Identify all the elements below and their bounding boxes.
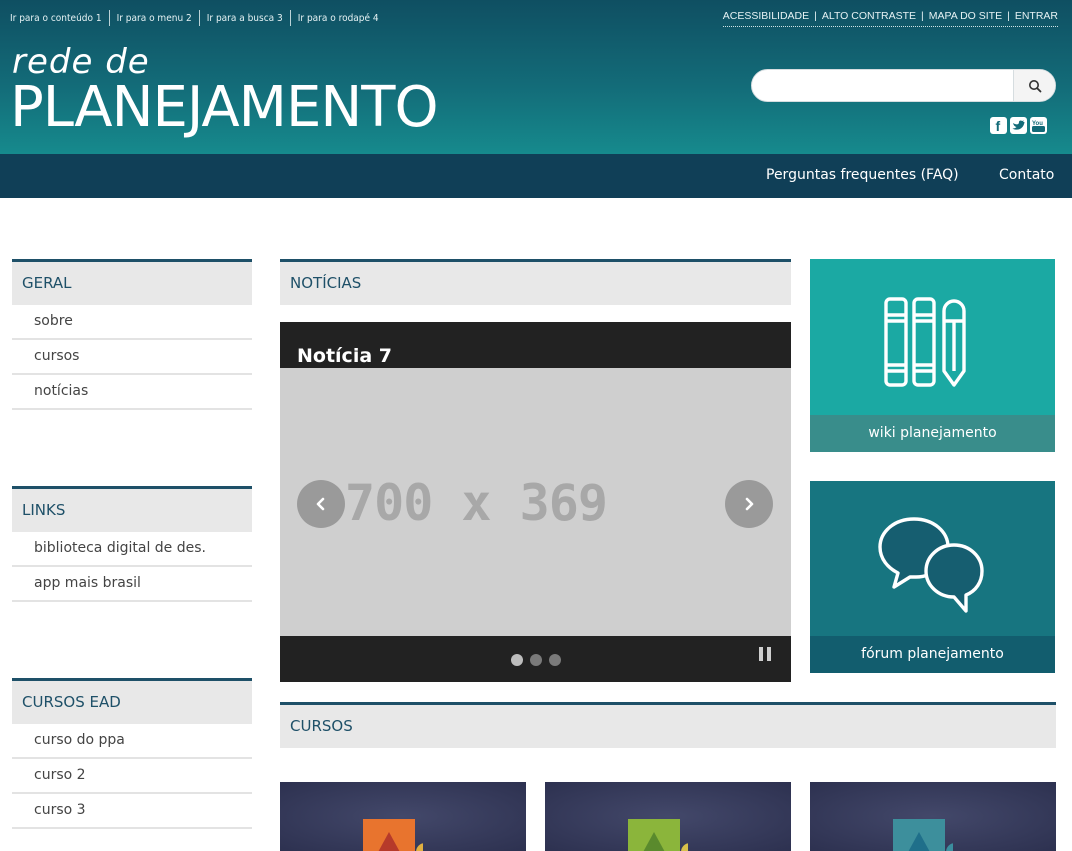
sidebar-item-curso-3[interactable]: curso 3 <box>12 794 252 829</box>
books-icon <box>884 297 966 387</box>
sidebar-geral: GERAL sobre cursos notícias <box>12 259 252 410</box>
slider-controls <box>280 636 791 682</box>
forum-tile[interactable]: fórum planejamento <box>810 481 1055 673</box>
facebook-icon[interactable]: f <box>990 117 1007 134</box>
course-card[interactable] <box>810 782 1056 851</box>
slider-dot-3[interactable] <box>549 654 561 666</box>
skip-links-bar: Ir para o conteúdo 1 Ir para o menu 2 Ir p… <box>10 10 379 26</box>
twitter-icon[interactable] <box>1010 117 1027 134</box>
skip-link-menu[interactable]: Ir para o menu 2 <box>117 13 192 24</box>
course-triangle-icon <box>908 832 953 851</box>
chevron-right-icon <box>745 497 754 511</box>
sidebar-ead: CURSOS EAD curso do ppa curso 2 curso 3 <box>12 678 252 829</box>
slider-dot-2[interactable] <box>530 654 542 666</box>
login-link[interactable]: ENTRAR <box>1015 10 1058 22</box>
divider <box>198 10 200 26</box>
forum-label[interactable]: fórum planejamento <box>810 636 1055 673</box>
skip-link-footer[interactable]: Ir para o rodapé 4 <box>298 13 379 24</box>
logo-title[interactable]: PLANEJAMENTO <box>10 78 439 138</box>
slide-caption: Notícia 7 <box>280 322 791 368</box>
slider-dot-1[interactable] <box>511 654 523 666</box>
course-triangle-icon <box>643 832 688 851</box>
search-box <box>751 69 1056 102</box>
sidebar-item-cursos[interactable]: cursos <box>12 340 252 375</box>
sidebar-item-noticias[interactable]: notícias <box>12 375 252 410</box>
sitemap-link[interactable]: MAPA DO SITE <box>929 10 1002 22</box>
courses-title: CURSOS <box>280 702 1056 748</box>
course-card[interactable] <box>280 782 526 851</box>
social-icons: f You <box>990 117 1047 134</box>
sidebar-links-title: LINKS <box>12 486 252 532</box>
skip-link-search[interactable]: Ir para a busca 3 <box>207 13 283 24</box>
high-contrast-link[interactable]: ALTO CONTRASTE <box>822 10 916 22</box>
slider-prev-button[interactable] <box>297 480 345 528</box>
sidebar-ead-title: CURSOS EAD <box>12 678 252 724</box>
sidebar-item-biblioteca[interactable]: biblioteca digital de des. <box>12 532 252 567</box>
slide-image-placeholder[interactable]: 700 x 369 <box>345 474 608 532</box>
news-title: NOTÍCIAS <box>280 259 791 305</box>
top-links: ACESSIBILIDADE | ALTO CONTRASTE | MAPA DO SI… <box>722 10 1058 27</box>
sidebar-item-curso-2[interactable]: curso 2 <box>12 759 252 794</box>
sidebar-geral-title: GERAL <box>12 259 252 305</box>
search-input[interactable] <box>752 70 1014 101</box>
wiki-tile[interactable]: wiki planejamento <box>810 259 1055 452</box>
sidebar-links: LINKS biblioteca digital de des. app mai… <box>12 486 252 602</box>
sidebar-item-sobre[interactable]: sobre <box>12 305 252 340</box>
chat-bubbles-icon <box>878 517 984 613</box>
divider <box>108 10 110 26</box>
skip-link-content[interactable]: Ir para o conteúdo 1 <box>10 13 102 24</box>
site-header: Ir para o conteúdo 1 Ir para o menu 2 Ir p… <box>0 0 1072 154</box>
wiki-label[interactable]: wiki planejamento <box>810 415 1055 452</box>
course-card[interactable] <box>545 782 791 851</box>
chevron-left-icon <box>316 497 325 511</box>
main-nav: Perguntas frequentes (FAQ) Contato <box>0 154 1072 198</box>
youtube-icon[interactable]: You <box>1030 117 1047 134</box>
sidebar-item-app[interactable]: app mais brasil <box>12 567 252 602</box>
svg-text:f: f <box>996 118 1001 134</box>
slide-title[interactable]: Notícia 7 <box>297 345 392 367</box>
pause-icon <box>759 647 763 661</box>
divider <box>289 10 291 26</box>
accessibility-link[interactable]: ACESSIBILIDADE <box>723 10 809 22</box>
course-triangle-icon <box>378 832 423 851</box>
slider-dots <box>511 654 561 666</box>
news-slider: Notícia 7 700 x 369 <box>280 322 791 682</box>
pause-button[interactable] <box>759 647 771 661</box>
nav-contact[interactable]: Contato <box>999 167 1054 183</box>
slider-next-button[interactable] <box>725 480 773 528</box>
search-icon <box>1028 79 1041 92</box>
nav-faq[interactable]: Perguntas frequentes (FAQ) <box>766 167 959 183</box>
search-button[interactable] <box>1013 70 1055 101</box>
sidebar-item-curso-ppa[interactable]: curso do ppa <box>12 724 252 759</box>
